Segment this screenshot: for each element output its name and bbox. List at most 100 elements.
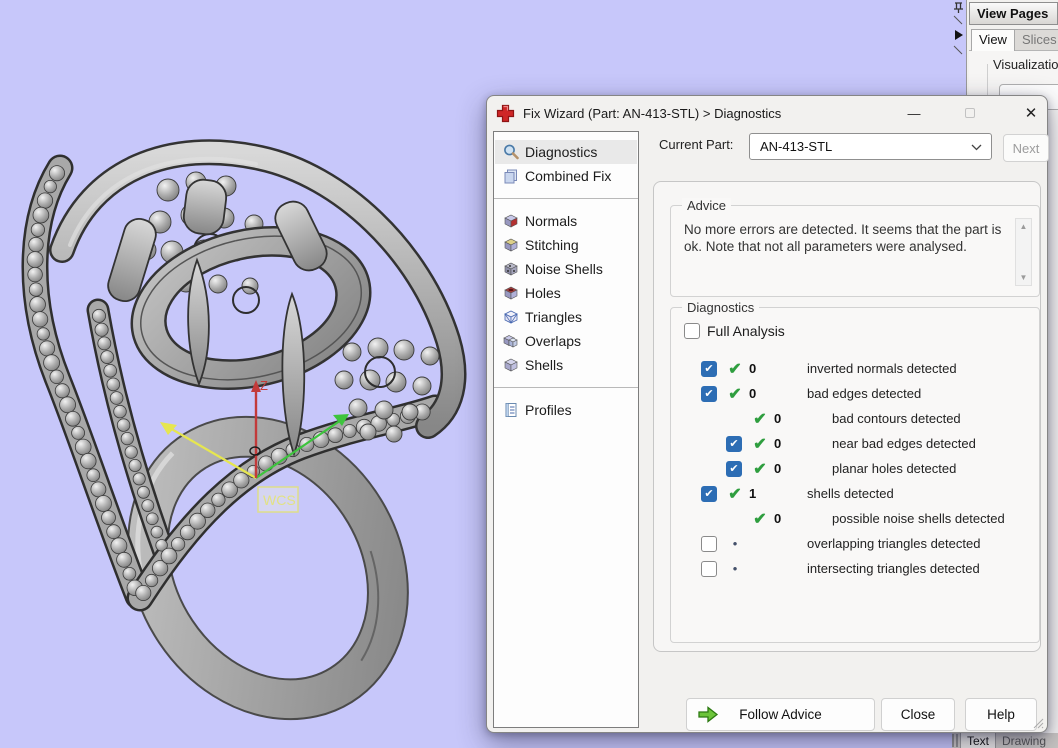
sidebar-item-holes[interactable]: Holes (495, 281, 637, 305)
diagnostic-row: ✔ ✔ 0 near bad edges detected (671, 431, 1039, 456)
green-check-icon: ✔ (753, 410, 767, 428)
view-pages-header[interactable]: View Pages (969, 2, 1058, 25)
advice-scrollbar[interactable]: ▲ ▼ (1015, 218, 1032, 286)
diagnostic-checkbox[interactable]: ✔ (701, 385, 717, 402)
diagnostic-label: shells detected (807, 486, 894, 501)
bottom-tab-bar: Text Drawing (952, 733, 1058, 748)
sidebar-item-diagnostics[interactable]: Diagnostics (495, 140, 637, 164)
green-check-icon: ✔ (728, 360, 742, 378)
follow-advice-button[interactable]: Follow Advice (686, 698, 875, 731)
sidebar-item-shells[interactable]: Shells (495, 353, 637, 377)
tab-text[interactable]: Text (960, 733, 997, 748)
document-lines-icon (502, 402, 519, 419)
diagnostic-count: 0 (774, 436, 782, 451)
resize-grip[interactable] (1030, 715, 1044, 729)
sidebar-item-triangles[interactable]: Triangles (495, 305, 637, 329)
cube-noise-icon (502, 261, 519, 278)
sidebar-item-normals[interactable]: Normals (495, 209, 637, 233)
magnifier-icon (502, 144, 519, 161)
maximize-icon (965, 108, 975, 118)
diagnostic-row: ✔ ✔ 0 planar holes detected (671, 456, 1039, 481)
scroll-down-icon[interactable]: ▼ (1016, 273, 1031, 282)
sidebar-label: Overlaps (525, 333, 582, 349)
close-dialog-button[interactable]: Close (881, 698, 955, 731)
full-analysis-label: Full Analysis (707, 323, 785, 339)
checkbox-spacer (726, 411, 742, 427)
advice-legend: Advice (682, 198, 732, 213)
scroll-up-icon[interactable]: ▲ (1016, 222, 1031, 231)
cube-triangles-icon (502, 309, 519, 326)
sidebar-separator (494, 387, 638, 388)
pending-dot-icon: • (732, 561, 738, 576)
cube-overlaps-icon (502, 333, 519, 350)
close-button[interactable]: ✕ (1015, 101, 1047, 125)
diagnostic-row: • intersecting triangles detected (671, 556, 1039, 581)
sidebar-label: Shells (525, 357, 564, 373)
follow-advice-label: Follow Advice (739, 707, 822, 722)
tab-view[interactable]: View (971, 29, 1015, 51)
sidebar-label: Holes (525, 285, 561, 301)
checkbox-spacer (726, 511, 742, 527)
diagnostic-count: 0 (749, 386, 757, 401)
full-analysis-checkbox[interactable] (684, 323, 700, 339)
advice-groupbox: Advice No more errors are detected. It s… (670, 198, 1040, 297)
cube-holes-icon (502, 285, 519, 302)
sidebar-item-stitching[interactable]: Stitching (495, 233, 637, 257)
diagnostic-count: 0 (774, 411, 782, 426)
sidebar-item-profiles[interactable]: Profiles (495, 398, 637, 422)
visualization-label: Visualization (993, 57, 1058, 72)
next-button[interactable]: Next (1003, 134, 1049, 162)
help-button[interactable]: Help (965, 698, 1037, 731)
diagnostic-checkbox[interactable] (701, 560, 717, 577)
sidebar-item-overlaps[interactable]: Overlaps (495, 329, 637, 353)
diagnostic-checkbox[interactable]: ✔ (726, 460, 742, 477)
current-part-value: AN-413-STL (760, 139, 833, 154)
sidebar-label: Normals (525, 213, 578, 229)
diagnostic-label: bad edges detected (807, 386, 922, 401)
diagnostic-label: intersecting triangles detected (807, 561, 980, 576)
diagnostic-checkbox[interactable] (701, 535, 717, 552)
green-check-icon: ✔ (753, 435, 767, 453)
minimize-button[interactable]: — (898, 101, 930, 125)
tab-drawing[interactable]: Drawing (996, 733, 1052, 748)
diagnostic-row: • overlapping triangles detected (671, 531, 1039, 556)
maximize-button[interactable] (954, 101, 986, 125)
tab-separator (952, 734, 954, 747)
sidebar-label: Noise Shells (525, 261, 603, 277)
sidebar-item-combined-fix[interactable]: Combined Fix (495, 164, 637, 188)
current-part-dropdown[interactable]: AN-413-STL (749, 133, 992, 160)
sidebar-item-noise-shells[interactable]: Noise Shells (495, 257, 637, 281)
pin-icon (954, 2, 963, 13)
diagnostic-checkbox[interactable]: ✔ (726, 435, 742, 452)
diagnostic-row: ✔ 0 possible noise shells detected (671, 506, 1039, 531)
wizard-sidebar: Diagnostics Combined Fix Normals Stitchi… (493, 131, 639, 728)
fix-wizard-dialog: Fix Wizard (Part: AN-413-STL) > Diagnost… (486, 95, 1049, 733)
sidebar-label: Combined Fix (525, 168, 612, 184)
z-axis-label: Z (260, 378, 268, 393)
dialog-title: Fix Wizard (Part: AN-413-STL) > Diagnost… (523, 105, 782, 121)
diagnostic-label: possible noise shells detected (832, 511, 1005, 526)
diagnostic-checkbox[interactable]: ✔ (701, 360, 717, 377)
expand-arrow-icon (955, 30, 963, 40)
sidebar-separator (494, 198, 638, 199)
green-arrow-icon (698, 706, 719, 723)
sidebar-label: Profiles (525, 402, 572, 418)
green-check-icon: ✔ (753, 460, 767, 478)
tab-slices[interactable]: Slices (1013, 29, 1058, 51)
green-check-icon: ✔ (728, 385, 742, 403)
diagnostics-rows: ✔ ✔ 0 inverted normals detected ✔ ✔ 0 bad edges… (671, 356, 1039, 581)
diagnostic-count: 0 (749, 361, 757, 376)
diagnostic-label: bad contours detected (832, 411, 961, 426)
diagnostic-label: near bad edges detected (832, 436, 976, 451)
diagnostics-legend: Diagnostics (682, 300, 760, 315)
diagnostic-checkbox[interactable]: ✔ (701, 485, 717, 502)
chevron-down-icon (971, 144, 982, 151)
sidebar-label: Triangles (525, 309, 583, 325)
wizard-content-box: Advice No more errors are detected. It s… (653, 181, 1041, 652)
tab-separator (956, 734, 958, 747)
sidebar-label: Diagnostics (525, 144, 598, 160)
diagnostic-row: ✔ ✔ 0 inverted normals detected (671, 356, 1039, 381)
application-window: Z WCS View Pages View Slices Visualizati… (0, 0, 1058, 748)
diagnostics-groupbox: Diagnostics Full Analysis ✔ ✔ 0 inverted no… (670, 300, 1040, 643)
fix-wizard-cross-icon (496, 104, 515, 122)
